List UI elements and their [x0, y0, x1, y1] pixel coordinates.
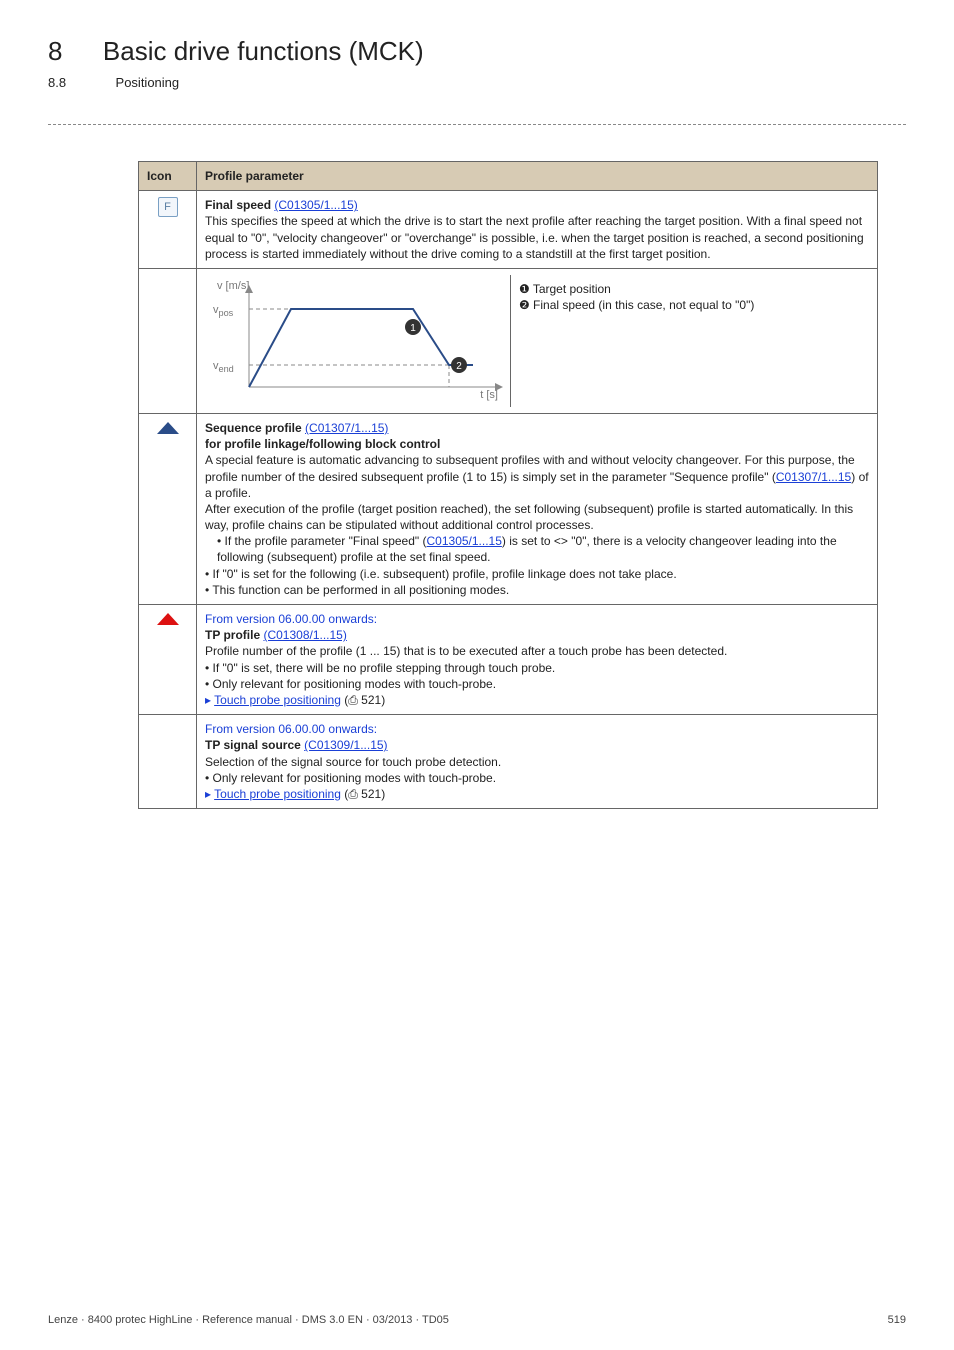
- tp-profile-link[interactable]: Touch probe positioning: [214, 693, 341, 707]
- tp-signal-link[interactable]: Touch probe positioning: [214, 787, 341, 801]
- tp-signal-p1: Selection of the signal source for touch…: [205, 755, 501, 769]
- section-title: Positioning: [116, 75, 180, 90]
- tp-signal-code-link[interactable]: (C01309/1...15): [304, 738, 387, 752]
- tp-profile-b1: If "0" is set, there will be no profile …: [213, 661, 556, 675]
- sequence-b3: This function can be performed in all po…: [212, 583, 509, 597]
- tp-signal-b1: Only relevant for positioning modes with…: [213, 771, 496, 785]
- tp-profile-from: From version 06.00.00 onwards:: [205, 612, 377, 626]
- chapter-number: 8: [48, 36, 62, 67]
- page-header: 8 Basic drive functions (MCK) 8.8 Positi…: [48, 36, 906, 92]
- chapter-title: Basic drive functions (MCK): [103, 36, 424, 67]
- velocity-profile-svg: 1 2: [213, 281, 513, 401]
- footer-left: Lenze · 8400 protec HighLine · Reference…: [48, 1314, 449, 1326]
- sequence-p2: After execution of the profile (target p…: [205, 502, 853, 532]
- final-speed-title: Final speed: [205, 198, 271, 212]
- final-speed-icon: F: [158, 197, 178, 217]
- legend-item-final-speed: ❷ Final speed (in this case, not equal t…: [519, 297, 861, 313]
- diagram-legend: ❶ Target position ❷ Final speed (in this…: [510, 275, 869, 407]
- final-speed-code-link[interactable]: (C01305/1...15): [274, 198, 357, 212]
- tp-profile-b2: Only relevant for positioning modes with…: [213, 677, 496, 691]
- tp-signal-link-page: (⎙ 521): [344, 787, 385, 801]
- icon-cell-final-speed: F: [139, 191, 197, 269]
- col-header-param: Profile parameter: [197, 162, 878, 191]
- cell-tp-profile: From version 06.00.00 onwards: TP profil…: [197, 605, 878, 715]
- svg-text:1: 1: [410, 323, 416, 334]
- sequence-subtitle: for profile linkage/following block cont…: [205, 437, 440, 451]
- sequence-code-link[interactable]: (C01307/1...15): [305, 421, 388, 435]
- row-tp-profile: From version 06.00.00 onwards: TP profil…: [139, 605, 878, 715]
- sequence-b1-code-link[interactable]: C01305/1...15: [427, 534, 502, 548]
- cell-sequence: Sequence profile (C01307/1...15) for pro…: [197, 413, 878, 604]
- sequence-p1-code-link[interactable]: C01307/1...15: [776, 470, 851, 484]
- row-sequence-profile: Sequence profile (C01307/1...15) for pro…: [139, 413, 878, 604]
- cell-diagram: v [m/s] vpos vend t [s]: [197, 268, 878, 413]
- sequence-p1a: A special feature is automatic advancing…: [205, 453, 855, 483]
- cell-final-speed: Final speed (C01305/1...15) This specifi…: [197, 191, 878, 269]
- tp-profile-link-page: (⎙ 521): [344, 693, 385, 707]
- cell-tp-signal: From version 06.00.00 onwards: TP signal…: [197, 715, 878, 809]
- arrow-icon: ▸: [205, 787, 214, 801]
- footer-page-number: 519: [888, 1314, 906, 1326]
- icon-cell-diagram: [139, 268, 197, 413]
- diagram-panel: v [m/s] vpos vend t [s]: [205, 275, 510, 407]
- tp-signal-from: From version 06.00.00 onwards:: [205, 722, 377, 736]
- col-header-icon: Icon: [139, 162, 197, 191]
- sequence-title: Sequence profile: [205, 421, 302, 435]
- tp-signal-title: TP signal source: [205, 738, 301, 752]
- section-number: 8.8: [48, 75, 66, 90]
- svg-text:2: 2: [456, 361, 462, 372]
- icon-cell-sequence: [139, 413, 197, 604]
- icon-cell-tp-profile: [139, 605, 197, 715]
- final-speed-body: This specifies the speed at which the dr…: [205, 214, 864, 260]
- wedge-up-solid-icon: [155, 611, 181, 627]
- row-diagram: v [m/s] vpos vend t [s]: [139, 268, 878, 413]
- tp-profile-code-link[interactable]: (C01308/1...15): [263, 628, 346, 642]
- table-header-row: Icon Profile parameter: [139, 162, 878, 191]
- row-tp-signal: From version 06.00.00 onwards: TP signal…: [139, 715, 878, 809]
- page-footer: Lenze · 8400 protec HighLine · Reference…: [48, 1314, 906, 1326]
- page: 8 Basic drive functions (MCK) 8.8 Positi…: [0, 0, 954, 1350]
- divider: [48, 124, 906, 125]
- arrow-icon: ▸: [205, 693, 214, 707]
- icon-cell-tp-signal: [139, 715, 197, 809]
- sequence-b2: If "0" is set for the following (i.e. su…: [213, 567, 677, 581]
- profile-parameter-table: Icon Profile parameter F Final speed (C0…: [138, 161, 878, 809]
- row-final-speed: F Final speed (C01305/1...15) This speci…: [139, 191, 878, 269]
- sequence-b1a: If the profile parameter "Final speed" (: [225, 534, 427, 548]
- tp-profile-p1: Profile number of the profile (1 ... 15)…: [205, 644, 727, 658]
- wedge-up-icon: [155, 420, 181, 436]
- legend-item-target: ❶ Target position: [519, 281, 861, 297]
- tp-profile-title: TP profile: [205, 628, 260, 642]
